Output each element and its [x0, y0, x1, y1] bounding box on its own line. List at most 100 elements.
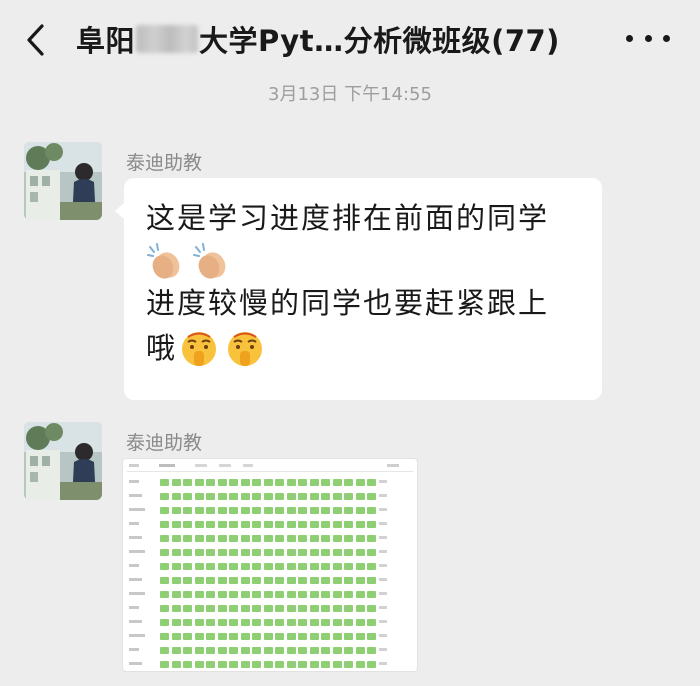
progress-cell — [206, 591, 215, 598]
progress-cell — [183, 647, 192, 654]
progress-cell — [309, 605, 319, 612]
progress-cell — [332, 605, 342, 612]
progress-cell — [344, 633, 353, 640]
progress-cell — [240, 563, 250, 570]
progress-cell — [206, 563, 215, 570]
shushing-face-icon — [182, 331, 217, 366]
progress-cell — [206, 507, 215, 514]
progress-cell — [355, 633, 365, 640]
progress-cell — [321, 619, 330, 626]
progress-cell — [160, 633, 169, 640]
progress-cells — [160, 521, 376, 528]
progress-cells — [160, 549, 376, 556]
progress-cell — [367, 619, 376, 626]
progress-cell — [252, 619, 261, 626]
more-options-icon[interactable] — [618, 18, 678, 58]
progress-cell — [263, 647, 273, 654]
progress-cell — [275, 661, 284, 668]
progress-cell — [332, 591, 342, 598]
progress-cells — [160, 507, 376, 514]
progress-cell — [344, 661, 353, 668]
progress-cell — [217, 479, 227, 486]
progress-cell — [183, 521, 192, 528]
progress-cell — [298, 647, 307, 654]
progress-cell — [194, 535, 204, 542]
chat-header: 阜阳 大学Pyt…分析微班级(77) — [0, 0, 700, 78]
progress-cell — [229, 521, 238, 528]
progress-cell — [355, 577, 365, 584]
progress-cell — [367, 605, 376, 612]
progress-cell — [332, 493, 342, 500]
avatar[interactable] — [24, 422, 102, 500]
progress-cell — [183, 507, 192, 514]
progress-cell — [229, 479, 238, 486]
percent-placeholder — [379, 606, 387, 609]
progress-cell — [344, 479, 353, 486]
progress-cell — [367, 507, 376, 514]
progress-cell — [309, 521, 319, 528]
progress-cell — [332, 661, 342, 668]
back-icon[interactable] — [22, 22, 52, 58]
progress-cell — [229, 577, 238, 584]
progress-cell — [367, 549, 376, 556]
progress-cell — [298, 605, 307, 612]
progress-cell — [332, 549, 342, 556]
progress-cell — [355, 535, 365, 542]
progress-cell — [298, 521, 307, 528]
progress-cell — [160, 535, 169, 542]
table-row — [127, 545, 413, 559]
progress-cell — [217, 507, 227, 514]
progress-cells — [160, 591, 376, 598]
progress-cell — [309, 661, 319, 668]
progress-cell — [263, 633, 273, 640]
progress-cell — [286, 507, 296, 514]
progress-cell — [263, 563, 273, 570]
avatar[interactable] — [24, 142, 102, 220]
progress-cell — [286, 605, 296, 612]
progress-cell — [183, 619, 192, 626]
progress-cell — [309, 535, 319, 542]
table-row — [127, 573, 413, 587]
progress-cell — [321, 661, 330, 668]
progress-cell — [286, 591, 296, 598]
progress-cells — [160, 605, 376, 612]
progress-cell — [321, 577, 330, 584]
progress-cell — [183, 563, 192, 570]
image-message[interactable] — [122, 458, 418, 672]
progress-cell — [171, 535, 181, 542]
progress-cell — [263, 605, 273, 612]
message-line: 这是学习进度排在前面的同学 — [146, 201, 550, 235]
progress-cell — [355, 591, 365, 598]
progress-cell — [286, 535, 296, 542]
progress-cell — [229, 647, 238, 654]
progress-cell — [309, 591, 319, 598]
progress-cell — [252, 661, 261, 668]
progress-cell — [206, 479, 215, 486]
progress-cell — [252, 549, 261, 556]
progress-cell — [240, 535, 250, 542]
progress-cell — [367, 577, 376, 584]
progress-cell — [183, 605, 192, 612]
progress-cell — [309, 479, 319, 486]
progress-cell — [321, 563, 330, 570]
progress-cell — [275, 647, 284, 654]
sender-name: 泰迪助教 — [126, 432, 203, 454]
progress-cell — [240, 479, 250, 486]
progress-cell — [286, 661, 296, 668]
progress-cell — [171, 633, 181, 640]
progress-cell — [263, 507, 273, 514]
progress-cell — [217, 577, 227, 584]
progress-cell — [171, 563, 181, 570]
progress-cell — [344, 521, 353, 528]
progress-cell — [194, 577, 204, 584]
progress-cell — [194, 493, 204, 500]
progress-cell — [229, 619, 238, 626]
progress-cell — [286, 633, 296, 640]
message-bubble[interactable]: 这是学习进度排在前面的同学 进度较慢的同学也要赶紧跟上 哦 — [115, 178, 602, 400]
progress-cell — [286, 577, 296, 584]
progress-cell — [321, 605, 330, 612]
progress-cell — [263, 619, 273, 626]
progress-cell — [194, 549, 204, 556]
progress-cell — [355, 605, 365, 612]
percent-placeholder — [379, 592, 387, 595]
